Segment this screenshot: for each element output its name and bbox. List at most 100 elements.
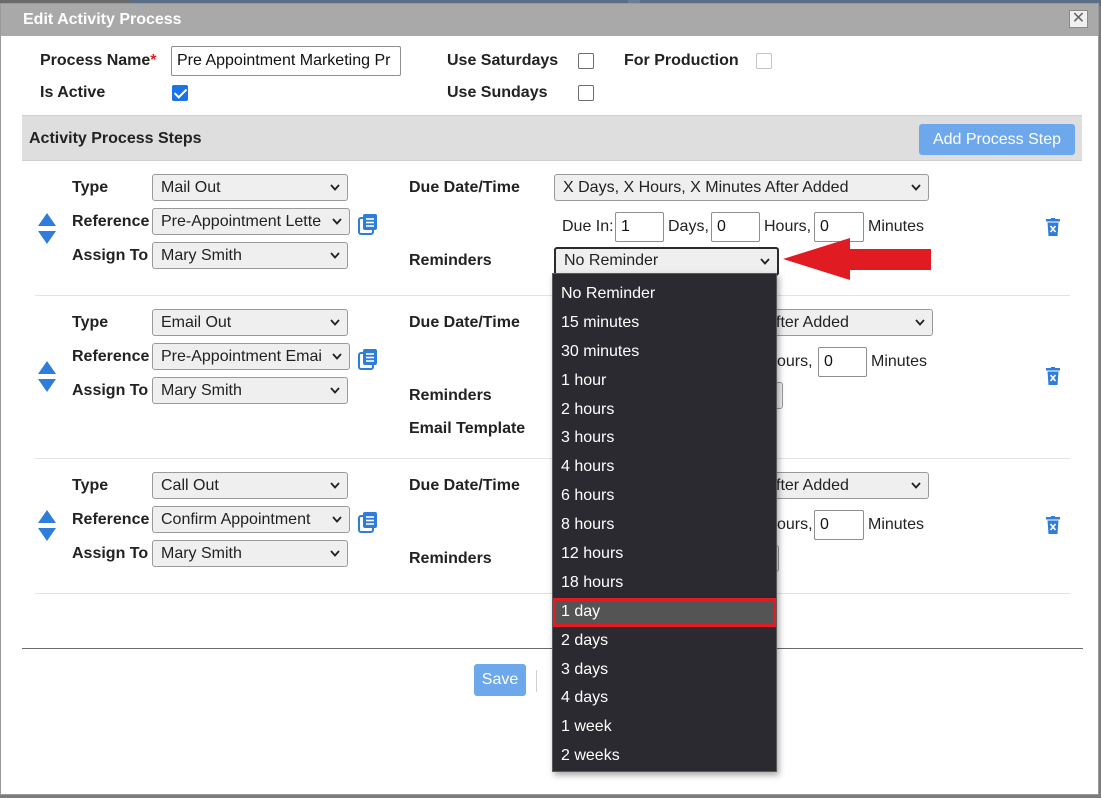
document-list-icon[interactable] <box>358 213 378 235</box>
type-select[interactable]: Email Out <box>152 309 348 336</box>
activity-process-steps-header: Activity Process Steps Add Process Step <box>22 115 1082 161</box>
use-sundays-checkbox[interactable] <box>578 85 594 101</box>
document-list-icon[interactable] <box>358 511 378 533</box>
due-date-time-label: Due Date/Time <box>409 179 520 196</box>
type-select-value: Email Out <box>161 314 232 331</box>
reminder-option[interactable]: 1 day <box>553 597 776 627</box>
reference-select-value: Pre-Appointment Emai <box>161 348 322 365</box>
chevron-down-icon <box>330 550 340 557</box>
reminder-option[interactable]: 18 hours <box>553 569 776 598</box>
section-title: Activity Process Steps <box>29 130 202 147</box>
reference-select-value: Pre-Appointment Lette <box>161 213 322 230</box>
reminder-option[interactable]: 3 days <box>553 656 776 685</box>
assign-to-label: Assign To <box>72 545 149 562</box>
for-production-checkbox[interactable] <box>756 53 772 69</box>
assign-to-select[interactable]: Mary Smith <box>152 242 348 269</box>
reference-select[interactable]: Pre-Appointment Emai <box>152 343 350 370</box>
chevron-down-icon <box>330 252 340 259</box>
reminder-option[interactable]: 15 minutes <box>553 309 776 338</box>
assign-to-select-value: Mary Smith <box>161 247 242 264</box>
reminder-option[interactable]: 30 minutes <box>553 338 776 367</box>
use-sundays-label: Use Sundays <box>447 84 548 101</box>
due-date-time-select[interactable]: X Days, X Hours, X Minutes After Added <box>554 174 929 201</box>
chevron-down-icon <box>330 387 340 394</box>
for-production-label: For Production <box>624 52 739 69</box>
due-date-time-label: Due Date/Time <box>409 477 520 494</box>
process-name-label: Process Name* <box>40 52 157 70</box>
close-button[interactable]: ✕ <box>1069 10 1088 28</box>
reminder-option[interactable]: 4 hours <box>553 453 776 482</box>
chevron-down-icon <box>332 516 342 523</box>
type-label: Type <box>72 314 109 331</box>
reminder-option[interactable]: 6 hours <box>553 482 776 511</box>
due-minutes-input[interactable] <box>818 347 867 377</box>
trash-icon[interactable] <box>1046 218 1060 236</box>
reminder-option[interactable]: 2 days <box>553 627 776 656</box>
reminder-option[interactable]: 2 weeks <box>553 742 776 771</box>
assign-to-label: Assign To <box>72 382 149 399</box>
reminder-option[interactable]: 1 week <box>553 713 776 742</box>
reminder-option[interactable]: 12 hours <box>553 540 776 569</box>
due-date-time-label: Due Date/Time <box>409 314 520 331</box>
reference-select-value: Confirm Appointment <box>161 511 311 528</box>
document-list-icon[interactable] <box>358 348 378 370</box>
type-select[interactable]: Mail Out <box>152 174 348 201</box>
reference-select[interactable]: Confirm Appointment <box>152 506 350 533</box>
reference-label: Reference <box>72 348 150 365</box>
reminder-option[interactable]: No Reminder <box>553 280 776 309</box>
type-select-value: Mail Out <box>161 179 221 196</box>
hours-label: ours, <box>777 353 813 370</box>
chevron-down-icon <box>911 184 921 191</box>
reorder-arrows-icon[interactable] <box>38 213 56 245</box>
reminder-option[interactable]: 3 hours <box>553 424 776 453</box>
reminder-option[interactable]: 1 hour <box>553 367 776 396</box>
due-hours-input[interactable] <box>711 212 760 242</box>
chevron-down-icon <box>911 482 921 489</box>
due-days-input[interactable] <box>615 212 664 242</box>
due-minutes-input[interactable] <box>814 510 864 540</box>
is-active-checkbox[interactable] <box>172 85 188 101</box>
reference-label: Reference <box>72 213 150 230</box>
reminder-option[interactable]: 4 days <box>553 684 776 713</box>
assign-to-select-value: Mary Smith <box>161 545 242 562</box>
chevron-down-icon <box>915 319 925 326</box>
reorder-arrows-icon[interactable] <box>38 361 56 393</box>
save-button[interactable]: Save <box>474 664 526 696</box>
days-label: Days, <box>668 218 709 235</box>
reorder-arrows-icon[interactable] <box>38 510 56 542</box>
close-icon: ✕ <box>1071 10 1086 27</box>
assign-to-select-value: Mary Smith <box>161 382 242 399</box>
reminders-select[interactable]: No Reminder <box>554 247 779 276</box>
assign-to-label: Assign To <box>72 247 149 264</box>
minutes-label: Minutes <box>868 516 925 533</box>
assign-to-select[interactable]: Mary Smith <box>152 540 348 567</box>
type-select-value: Call Out <box>161 477 219 494</box>
process-name-input[interactable] <box>171 46 401 76</box>
due-date-time-select-value: fter Added <box>776 314 849 331</box>
red-arrow-icon <box>783 238 931 280</box>
chevron-down-icon <box>330 482 340 489</box>
process-name-label-text: Process Name <box>40 52 151 69</box>
email-template-label: Email Template <box>409 420 526 437</box>
chevron-down-icon <box>330 184 340 191</box>
type-label: Type <box>72 477 109 494</box>
chevron-down-icon <box>760 258 770 265</box>
reference-select[interactable]: Pre-Appointment Lette <box>152 208 350 235</box>
reminder-option[interactable]: 8 hours <box>553 511 776 540</box>
reminders-label: Reminders <box>409 387 492 404</box>
use-saturdays-label: Use Saturdays <box>447 52 559 69</box>
hours-label: ours, <box>777 516 813 533</box>
trash-icon[interactable] <box>1046 516 1060 534</box>
reminders-dropdown-list[interactable]: No Reminder 15 minutes 30 minutes 1 hour 2 h… <box>552 273 777 772</box>
reminders-label: Reminders <box>409 252 492 269</box>
type-label: Type <box>72 179 109 196</box>
reminder-option[interactable]: 2 hours <box>553 396 776 425</box>
type-select[interactable]: Call Out <box>152 472 348 499</box>
required-mark: * <box>150 52 157 69</box>
trash-icon[interactable] <box>1046 367 1060 385</box>
assign-to-select[interactable]: Mary Smith <box>152 377 348 404</box>
edit-activity-process-dialog: Edit Activity Process ✕ Process Name* Is… <box>0 3 1099 795</box>
add-process-step-button[interactable]: Add Process Step <box>919 124 1075 155</box>
use-saturdays-checkbox[interactable] <box>578 53 594 69</box>
due-date-time-select-value: X Days, X Hours, X Minutes After Added <box>563 179 849 196</box>
